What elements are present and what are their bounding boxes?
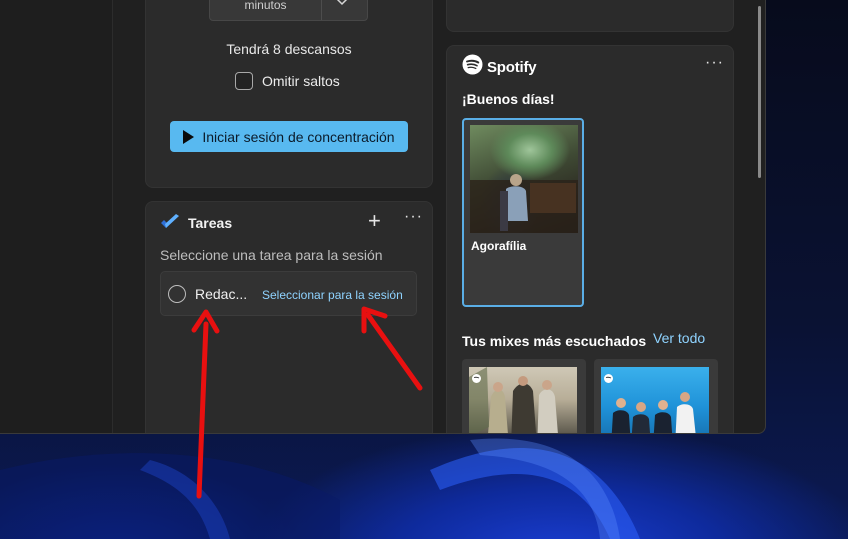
annotation-arrows [191, 306, 423, 499]
annotation-arrow [361, 306, 423, 391]
annotation-arrow [191, 309, 220, 499]
